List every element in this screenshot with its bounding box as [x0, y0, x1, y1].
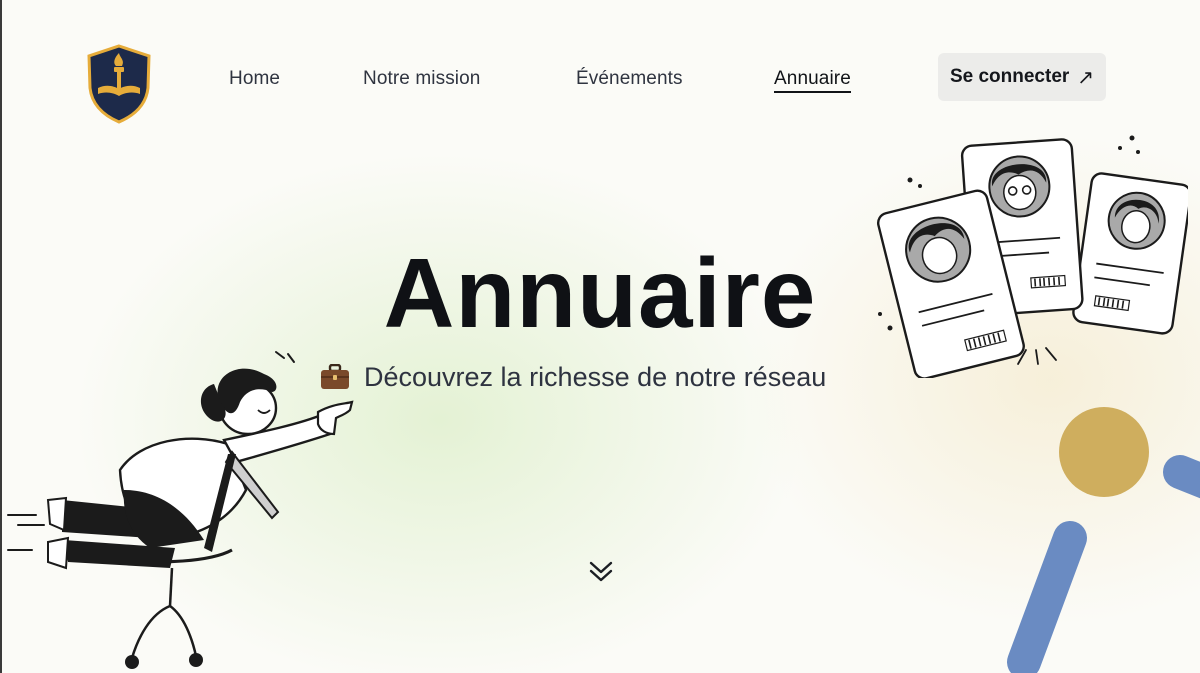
arrow-up-right-icon: ↗ — [1077, 66, 1095, 89]
nav-events-link[interactable]: Événements — [576, 68, 683, 90]
pointing-person-illustration — [7, 351, 354, 669]
double-chevron-down-icon[interactable] — [588, 560, 614, 584]
nav-mission-link[interactable]: Notre mission — [363, 68, 480, 90]
login-button-label: Se connecter — [949, 66, 1070, 87]
decorative-shapes — [1007, 407, 1200, 673]
login-button[interactable]: Se connecter ↗ — [938, 53, 1106, 101]
hero-subtitle-text: Découvrez la richesse de notre réseau — [364, 361, 827, 392]
nav-home-link[interactable]: Home — [229, 68, 280, 90]
hero-subtitle: Découvrez la richesse de notre réseau — [320, 359, 826, 395]
profile-cards-illustration — [876, 135, 1188, 378]
nav-annuaire-link[interactable]: Annuaire — [774, 68, 851, 93]
